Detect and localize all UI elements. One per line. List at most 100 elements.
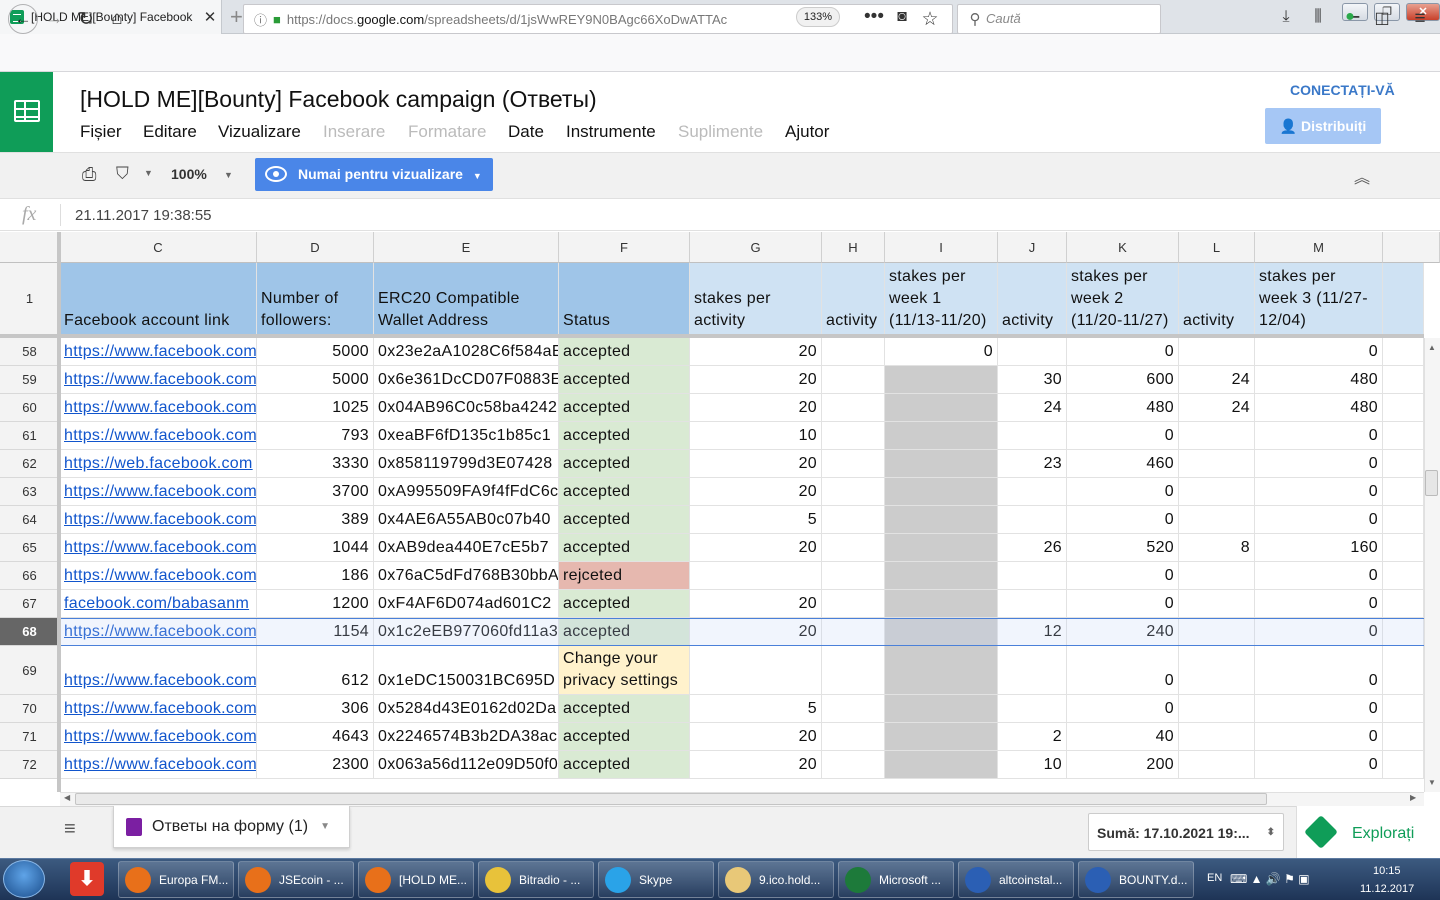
info-icon[interactable]: ⓘ [254,10,267,29]
cell-h-66[interactable] [822,562,885,590]
row-header-71[interactable]: 71 [0,723,60,751]
cell-g-58[interactable]: 20 [690,338,822,366]
cell-c-68[interactable]: https://www.facebook.com [60,618,257,646]
cell-h-67[interactable] [822,590,885,618]
cell-g-68[interactable]: 20 [690,618,822,646]
cell-m-58[interactable]: 0 [1255,338,1383,366]
taskbar-item-4[interactable]: Bitradio - ... [478,861,594,898]
header-cell-g[interactable]: stakes per activity [690,263,822,335]
header-cell-e[interactable]: ERC20 Compatible Wallet Address [374,263,559,335]
cell-j-62[interactable]: 23 [998,450,1067,478]
cell-j-63[interactable] [998,478,1067,506]
cell-f-68[interactable]: accepted [559,618,690,646]
column-header-i[interactable]: I [885,232,998,263]
menu-tools[interactable]: Instrumente [566,122,656,142]
column-header-k[interactable]: K [1067,232,1179,263]
cell-l-70[interactable] [1179,695,1255,723]
cell-d-66[interactable]: 186 [257,562,374,590]
cell-f-61[interactable]: accepted [559,422,690,450]
cell-e-65[interactable]: 0xAB9dea440E7cE5b7 [374,534,559,562]
share-button[interactable]: 👤 Distribuiți [1265,108,1381,144]
column-header-j[interactable]: J [998,232,1067,263]
column-header-g[interactable]: G [690,232,822,263]
sheet-zoom-select[interactable]: 100% [171,166,207,182]
clock-time[interactable]: 10:15 [1373,865,1401,877]
cell-l-60[interactable]: 24 [1179,394,1255,422]
browser-search-input[interactable]: Caută [957,4,1161,34]
cell-f-64[interactable]: accepted [559,506,690,534]
row-header-68[interactable]: 68 [0,618,60,646]
scroll-down-icon[interactable]: ▼ [1428,778,1436,787]
cell-c-66[interactable]: https://www.facebook.com [60,562,257,590]
cell-m-62[interactable]: 0 [1255,450,1383,478]
cell-g-61[interactable]: 10 [690,422,822,450]
zoom-indicator[interactable]: 133% [796,7,840,27]
cell-e-72[interactable]: 0x063a56d112e09D50f0 [374,751,559,779]
explore-button[interactable]: Explorați [1296,806,1440,858]
taskbar-item-2[interactable]: JSEcoin - ... [238,861,354,898]
sheets-logo-icon[interactable] [0,72,53,152]
cell-c-65[interactable]: https://www.facebook.com [60,534,257,562]
cell-k-63[interactable]: 0 [1067,478,1179,506]
cell-i-71[interactable] [885,723,998,751]
cell-filler-68[interactable] [1383,618,1424,646]
cell-c-67[interactable]: facebook.com/babasanm [60,590,257,618]
cell-filler-64[interactable] [1383,506,1424,534]
cell-g-64[interactable]: 5 [690,506,822,534]
cell-k-70[interactable]: 0 [1067,695,1179,723]
reload-icon[interactable]: ↻ [74,8,98,31]
cell-d-67[interactable]: 1200 [257,590,374,618]
cell-c-62[interactable]: https://web.facebook.com [60,450,257,478]
cell-j-68[interactable]: 12 [998,618,1067,646]
cell-e-60[interactable]: 0x04AB96C0c58ba4242 [374,394,559,422]
cell-d-64[interactable]: 389 [257,506,374,534]
url-bar[interactable]: ⓘ ■ https://docs. google.com/spreadsheets… [243,4,953,34]
select-all-corner[interactable] [0,232,60,263]
clock-date[interactable]: 11.12.2017 [1360,883,1414,895]
row-header-63[interactable]: 63 [0,478,60,506]
cell-l-68[interactable] [1179,618,1255,646]
cell-g-67[interactable]: 20 [690,590,822,618]
cell-l-69[interactable] [1179,646,1255,695]
cell-d-61[interactable]: 793 [257,422,374,450]
cell-k-58[interactable]: 0 [1067,338,1179,366]
cell-l-67[interactable] [1179,590,1255,618]
cell-h-62[interactable] [822,450,885,478]
cell-i-67[interactable] [885,590,998,618]
close-tab-icon[interactable]: ✕ [199,8,221,26]
cell-j-61[interactable] [998,422,1067,450]
cell-j-72[interactable]: 10 [998,751,1067,779]
cell-k-64[interactable]: 0 [1067,506,1179,534]
row-header-61[interactable]: 61 [0,422,60,450]
cell-filler-61[interactable] [1383,422,1424,450]
cell-i-63[interactable] [885,478,998,506]
cell-l-61[interactable] [1179,422,1255,450]
cell-j-71[interactable]: 2 [998,723,1067,751]
cell-k-66[interactable]: 0 [1067,562,1179,590]
cell-h-64[interactable] [822,506,885,534]
header-cell-f[interactable]: Status [559,263,690,335]
cell-filler-63[interactable] [1383,478,1424,506]
cell-i-72[interactable] [885,751,998,779]
cell-f-63[interactable]: accepted [559,478,690,506]
cell-filler-69[interactable] [1383,646,1424,695]
menu-edit[interactable]: Editare [143,122,197,142]
taskbar-item-7[interactable]: Microsoft ... [838,861,954,898]
tray-icons[interactable]: ⌨ ▲ 🔊 ⚑ ▣ [1230,872,1310,886]
document-title[interactable]: [HOLD ME][Bounty] Facebook campaign (Отв… [80,86,597,113]
cell-k-62[interactable]: 460 [1067,450,1179,478]
cell-i-68[interactable] [885,618,998,646]
zoom-dropdown-icon[interactable]: ▼ [224,170,233,180]
grammarly-icon[interactable]: ● [1338,8,1362,26]
cell-filler-60[interactable] [1383,394,1424,422]
cell-e-59[interactable]: 0x6e361DcCD07F0883E [374,366,559,394]
cell-e-66[interactable]: 0x76aC5dFd768B30bbA [374,562,559,590]
cell-c-71[interactable]: https://www.facebook.com [60,723,257,751]
cell-filler-70[interactable] [1383,695,1424,723]
cell-f-59[interactable]: accepted [559,366,690,394]
cell-j-69[interactable] [998,646,1067,695]
scroll-left-icon[interactable]: ◀ [64,793,70,802]
horizontal-scroll-thumb[interactable] [75,793,1267,805]
cell-f-69[interactable]: Change your privacy settings [559,646,690,695]
cell-m-69[interactable]: 0 [1255,646,1383,695]
